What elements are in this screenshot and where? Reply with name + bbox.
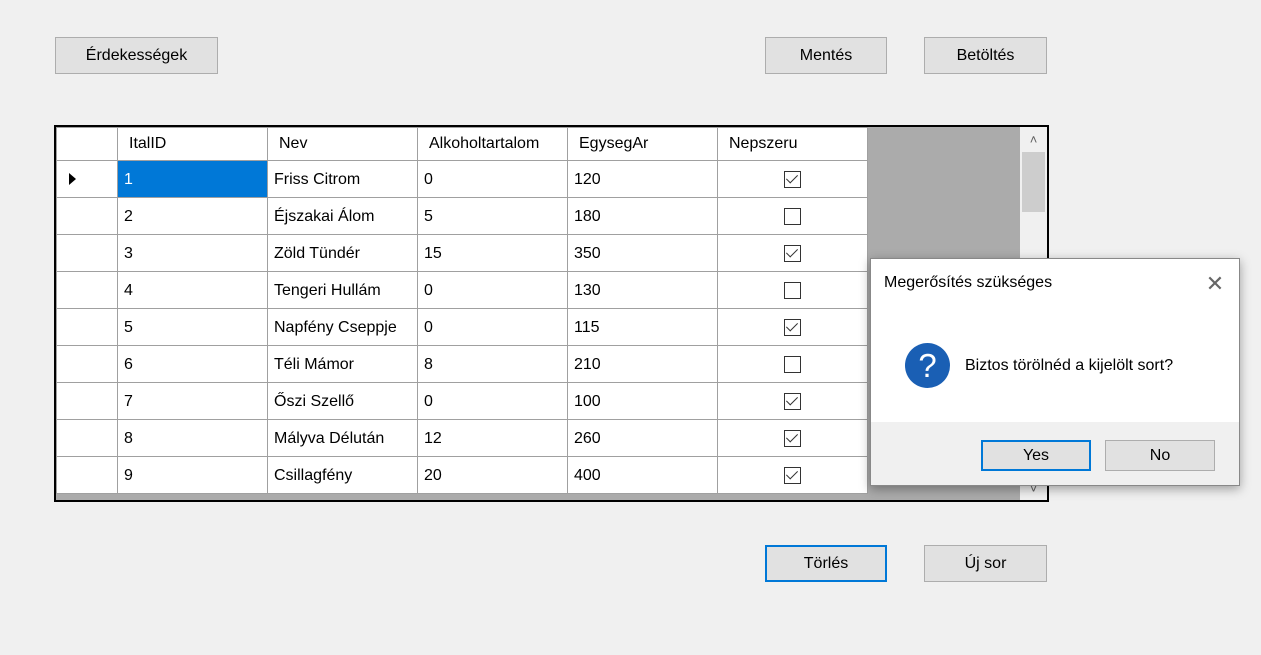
cell-alkoholtartalom[interactable]: 5 (417, 197, 568, 235)
nepszeru-checkbox[interactable] (784, 467, 801, 485)
cell-alkoholtartalom[interactable]: 15 (417, 234, 568, 272)
nepszeru-checkbox[interactable] (784, 282, 801, 300)
column-header-nepszeru[interactable]: Nepszeru (717, 127, 868, 161)
nepszeru-checkbox[interactable] (784, 171, 801, 189)
table-row[interactable]: 4 Tengeri Hullám 0 130 (56, 271, 868, 309)
cell-nev[interactable]: Napfény Cseppje (267, 308, 418, 346)
cell-egysegar[interactable]: 100 (567, 382, 718, 420)
cell-italid[interactable]: 2 (117, 197, 268, 235)
cell-italid[interactable]: 6 (117, 345, 268, 383)
row-header[interactable] (56, 234, 118, 272)
corner-header[interactable] (56, 127, 118, 161)
new-row-button[interactable]: Új sor (924, 545, 1047, 582)
cell-nev[interactable]: Éjszakai Álom (267, 197, 418, 235)
table-row[interactable]: 3 Zöld Tündér 15 350 (56, 234, 868, 272)
delete-button[interactable]: Törlés (765, 545, 887, 582)
row-header[interactable] (56, 382, 118, 420)
cell-egysegar[interactable]: 180 (567, 197, 718, 235)
cell-nepszeru (717, 382, 868, 420)
cell-egysegar[interactable]: 115 (567, 308, 718, 346)
cell-egysegar[interactable]: 120 (567, 160, 718, 198)
dialog-title: Megerősítés szükséges (884, 274, 1053, 291)
cell-nepszeru (717, 345, 868, 383)
question-icon: ? (905, 343, 950, 388)
confirm-dialog: Megerősítés szükséges ✕ ? Biztos törölné… (870, 258, 1240, 486)
row-header[interactable] (56, 308, 118, 346)
nepszeru-checkbox[interactable] (784, 245, 801, 263)
row-header[interactable] (56, 419, 118, 457)
cell-nev[interactable]: Tengeri Hullám (267, 271, 418, 309)
erdekessegek-button[interactable]: Érdekességek (55, 37, 218, 74)
column-header-alkoholtartalom[interactable]: Alkoholtartalom (417, 127, 568, 161)
cell-alkoholtartalom[interactable]: 8 (417, 345, 568, 383)
dialog-message: Biztos törölnéd a kijelölt sort? (965, 357, 1174, 374)
cell-nev[interactable]: Friss Citrom (267, 160, 418, 198)
nepszeru-checkbox[interactable] (784, 356, 801, 374)
table-row[interactable]: 1 Friss Citrom 0 120 (56, 160, 868, 198)
table-row[interactable]: 2 Éjszakai Álom 5 180 (56, 197, 868, 235)
cell-egysegar[interactable]: 350 (567, 234, 718, 272)
cell-nev[interactable]: Csillagfény (267, 456, 418, 494)
current-row-icon (69, 173, 76, 185)
dialog-footer: Yes No (871, 422, 1239, 485)
row-header[interactable] (56, 160, 118, 198)
row-header[interactable] (56, 271, 118, 309)
nepszeru-checkbox[interactable] (784, 208, 801, 226)
cell-italid[interactable]: 7 (117, 382, 268, 420)
no-button[interactable]: No (1105, 440, 1215, 471)
header-row: ItalID Nev Alkoholtartalom EgysegAr Neps… (56, 127, 868, 161)
yes-button[interactable]: Yes (981, 440, 1091, 471)
cell-italid[interactable]: 3 (117, 234, 268, 272)
cell-alkoholtartalom[interactable]: 0 (417, 382, 568, 420)
close-icon[interactable]: ✕ (1201, 271, 1229, 297)
cell-nev[interactable]: Mályva Délután (267, 419, 418, 457)
table-row[interactable]: 9 Csillagfény 20 400 (56, 456, 868, 494)
cell-alkoholtartalom[interactable]: 0 (417, 308, 568, 346)
table-row[interactable]: 6 Téli Mámor 8 210 (56, 345, 868, 383)
cell-egysegar[interactable]: 210 (567, 345, 718, 383)
cell-alkoholtartalom[interactable]: 20 (417, 456, 568, 494)
cell-nev[interactable]: Téli Mámor (267, 345, 418, 383)
cell-nepszeru (717, 234, 868, 272)
cell-nepszeru (717, 419, 868, 457)
cell-egysegar[interactable]: 260 (567, 419, 718, 457)
cell-egysegar[interactable]: 400 (567, 456, 718, 494)
column-header-nev[interactable]: Nev (267, 127, 418, 161)
table-row[interactable]: 5 Napfény Cseppje 0 115 (56, 308, 868, 346)
cell-nepszeru (717, 197, 868, 235)
column-header-italid[interactable]: ItalID (117, 127, 268, 161)
cell-alkoholtartalom[interactable]: 0 (417, 271, 568, 309)
cell-nepszeru (717, 456, 868, 494)
scroll-thumb[interactable] (1022, 152, 1045, 212)
nepszeru-checkbox[interactable] (784, 393, 801, 411)
cell-italid[interactable]: 4 (117, 271, 268, 309)
cell-italid[interactable]: 5 (117, 308, 268, 346)
nepszeru-checkbox[interactable] (784, 430, 801, 448)
cell-italid[interactable]: 8 (117, 419, 268, 457)
load-button[interactable]: Betöltés (924, 37, 1047, 74)
nepszeru-checkbox[interactable] (784, 319, 801, 337)
cell-egysegar[interactable]: 130 (567, 271, 718, 309)
table-row[interactable]: 7 Őszi Szellő 0 100 (56, 382, 868, 420)
scroll-up-icon[interactable]: ˄ (1020, 127, 1047, 151)
grid-table: ItalID Nev Alkoholtartalom EgysegAr Neps… (56, 127, 868, 494)
cell-italid[interactable]: 9 (117, 456, 268, 494)
cell-nev[interactable]: Zöld Tündér (267, 234, 418, 272)
cell-alkoholtartalom[interactable]: 12 (417, 419, 568, 457)
save-button[interactable]: Mentés (765, 37, 887, 74)
table-row[interactable]: 8 Mályva Délután 12 260 (56, 419, 868, 457)
cell-nev[interactable]: Őszi Szellő (267, 382, 418, 420)
cell-italid[interactable]: 1 (117, 160, 268, 198)
row-header[interactable] (56, 456, 118, 494)
cell-nepszeru (717, 271, 868, 309)
cell-nepszeru (717, 308, 868, 346)
cell-nepszeru (717, 160, 868, 198)
column-header-egysegar[interactable]: EgysegAr (567, 127, 718, 161)
row-header[interactable] (56, 345, 118, 383)
row-header[interactable] (56, 197, 118, 235)
cell-alkoholtartalom[interactable]: 0 (417, 160, 568, 198)
